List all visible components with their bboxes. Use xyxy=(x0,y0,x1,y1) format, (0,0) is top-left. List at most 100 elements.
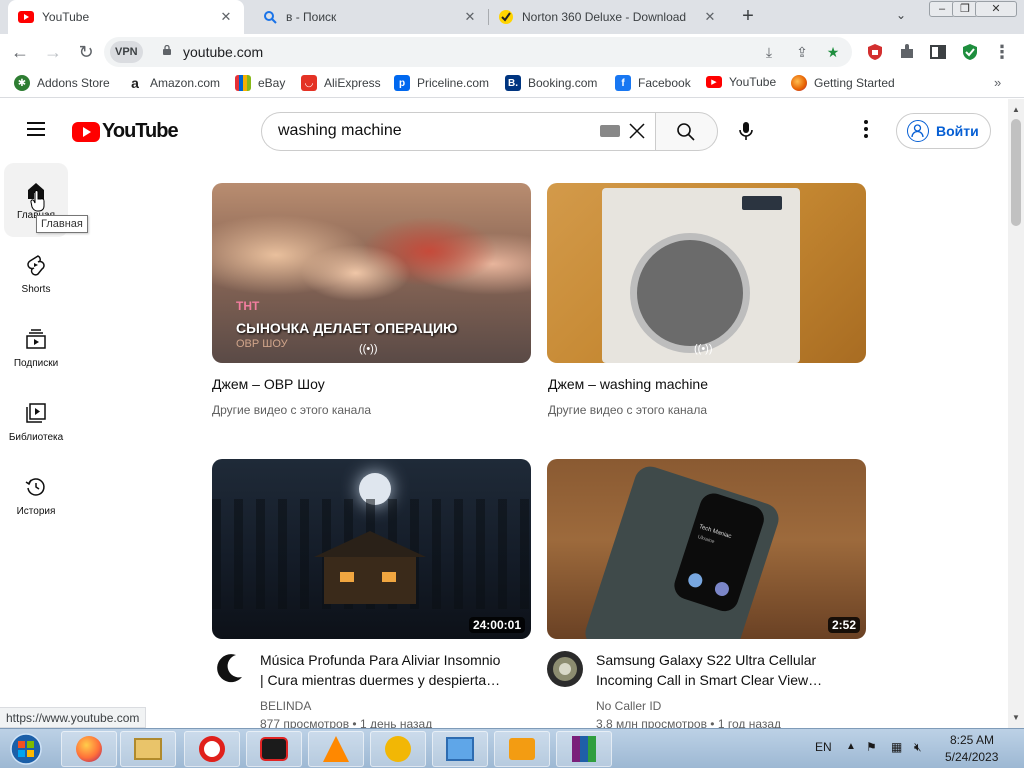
start-button[interactable] xyxy=(2,731,54,767)
channel-avatar[interactable] xyxy=(547,651,583,687)
status-bar-url: https://www.youtube.com xyxy=(0,707,147,728)
youtube-logo[interactable]: YouTube xyxy=(72,120,179,143)
video-meta: Другие видео с этого канала xyxy=(212,403,372,417)
page-scrollbar[interactable]: ▲ ▼ xyxy=(1008,99,1024,728)
video-title-line: | Cura mientras duermes y despierta… xyxy=(260,672,501,688)
scrollbar-thumb[interactable] xyxy=(1011,119,1021,226)
close-tab-icon[interactable]: ✕ xyxy=(702,9,718,25)
video-thumbnail[interactable]: Tech Maniac Ukraine 2:52 xyxy=(547,459,866,639)
bookmark-ebay[interactable]: eBay xyxy=(235,75,285,91)
control-panel-icon xyxy=(446,737,474,761)
bookmark-label: Getting Started xyxy=(814,76,895,90)
extensions-puzzle-icon[interactable] xyxy=(898,43,916,61)
video-title[interactable]: Джем – ОВР Шоу xyxy=(212,374,325,394)
bookmark-getting-started[interactable]: Getting Started xyxy=(791,75,895,91)
taskbar-video-player[interactable] xyxy=(494,731,550,767)
nav-item-subscriptions[interactable]: Подписки xyxy=(4,311,68,385)
vpn-badge[interactable]: VPN xyxy=(110,41,143,63)
thumbnail-caption: СЫНОЧКА ДЕЛАЕТ ОПЕРАЦИЮ xyxy=(236,320,458,336)
microphone-icon[interactable] xyxy=(734,119,758,143)
channel-avatar[interactable] xyxy=(212,651,248,687)
scroll-down-icon[interactable]: ▼ xyxy=(1012,713,1020,722)
winrar-icon xyxy=(572,736,596,762)
scroll-up-icon[interactable]: ▲ xyxy=(1012,105,1020,114)
nav-item-shorts[interactable]: Shorts xyxy=(4,237,68,311)
video-thumbnail[interactable]: 24:00:01 xyxy=(212,459,531,639)
install-app-icon[interactable]: ⤓ xyxy=(760,43,778,61)
taskbar-screen-recorder[interactable] xyxy=(246,731,302,767)
tab-norton[interactable]: Norton 360 Deluxe - Download ✕ xyxy=(488,0,728,34)
channel-name[interactable]: No Caller ID xyxy=(596,697,661,715)
reload-icon[interactable]: ↻ xyxy=(76,42,96,62)
security-shield-icon[interactable] xyxy=(961,43,979,61)
taskbar-firefox[interactable] xyxy=(61,731,117,767)
taskbar-winrar[interactable] xyxy=(556,731,612,767)
bookmark-addons-store[interactable]: ✱ Addons Store xyxy=(14,75,110,91)
tab-search-chevron-icon[interactable]: ⌄ xyxy=(896,8,906,22)
account-icon xyxy=(907,120,929,142)
forward-arrow-icon[interactable]: → xyxy=(43,42,63,62)
clock-date[interactable]: 5/24/2023 xyxy=(945,750,998,764)
search-input[interactable]: washing machine xyxy=(261,112,655,151)
taskbar-avast[interactable] xyxy=(370,731,426,767)
nav-item-history[interactable]: История xyxy=(4,459,68,533)
nav-item-library[interactable]: Библиотека xyxy=(4,385,68,459)
bookmark-facebook[interactable]: f Facebook xyxy=(615,75,691,91)
video-title[interactable]: Джем – washing machine xyxy=(548,374,708,394)
search-button[interactable] xyxy=(655,112,718,151)
taskbar-file-explorer[interactable] xyxy=(120,731,176,767)
windows-taskbar: EN ▲ ⚑ ▦ 🔇︎ 8:25 AM 5/24/2023 xyxy=(0,728,1024,768)
tray-expand-icon[interactable]: ▲ xyxy=(846,741,856,752)
address-bar[interactable]: VPN youtube.com ⤓ ⇪ ★ xyxy=(104,37,852,67)
lock-icon[interactable] xyxy=(162,45,172,55)
tab-search[interactable]: в - Поиск ✕ xyxy=(252,0,488,34)
share-icon[interactable]: ⇪ xyxy=(793,43,811,61)
bookmark-booking[interactable]: B. Booking.com xyxy=(505,75,597,91)
phone-case-image: Tech Maniac Ukraine xyxy=(581,462,783,639)
video-title[interactable]: Música Profunda Para Aliviar Insomnio | … xyxy=(260,650,500,690)
bookmark-priceline[interactable]: p Priceline.com xyxy=(394,75,489,91)
shorts-icon xyxy=(27,255,45,276)
bookmark-star-icon[interactable]: ★ xyxy=(824,43,842,61)
taskbar-vlc[interactable] xyxy=(308,731,364,767)
close-tab-icon[interactable]: ✕ xyxy=(462,9,478,25)
taskbar-opera[interactable] xyxy=(184,731,240,767)
ebay-icon xyxy=(235,75,251,91)
bookmarks-overflow-icon[interactable]: » xyxy=(994,75,1001,90)
bookmark-amazon[interactable]: a Amazon.com xyxy=(127,75,220,91)
signin-button[interactable]: Войти xyxy=(896,113,991,149)
tab-youtube[interactable]: YouTube ✕ xyxy=(8,0,244,34)
video-title-line: Samsung Galaxy S22 Ultra Cellular xyxy=(596,652,817,668)
video-title[interactable]: Samsung Galaxy S22 Ultra Cellular Incomi… xyxy=(596,650,822,690)
video-thumbnail[interactable]: ((•)) xyxy=(547,183,866,363)
close-tab-icon[interactable]: ✕ xyxy=(218,9,234,25)
keyboard-icon[interactable] xyxy=(600,125,620,137)
network-icon[interactable]: ▦ xyxy=(891,740,902,754)
video-duration: 24:00:01 xyxy=(468,617,525,633)
url-text[interactable]: youtube.com xyxy=(183,44,263,60)
hamburger-menu-icon[interactable] xyxy=(27,122,45,136)
new-tab-button[interactable]: + xyxy=(737,5,759,27)
bookmark-label: Facebook xyxy=(638,76,691,90)
taskbar-control-panel[interactable] xyxy=(432,731,488,767)
channel-name[interactable]: BELINDA xyxy=(260,697,311,715)
close-window-button[interactable]: ✕ xyxy=(975,1,1017,17)
action-center-flag-icon[interactable]: ⚑ xyxy=(866,740,877,754)
search-query[interactable]: washing machine xyxy=(278,122,402,140)
adblock-extension-icon[interactable] xyxy=(866,43,884,61)
bookmark-aliexpress[interactable]: ◡ AliExpress xyxy=(301,75,381,91)
volume-muted-icon[interactable]: 🔇︎ xyxy=(914,740,922,755)
avast-icon xyxy=(385,736,411,762)
clear-search-icon[interactable] xyxy=(626,120,648,142)
browser-menu-icon[interactable]: ⋮ xyxy=(992,42,1012,62)
side-panel-icon[interactable] xyxy=(929,43,947,61)
clock-time[interactable]: 8:25 AM xyxy=(950,733,994,747)
settings-more-icon[interactable] xyxy=(863,120,869,140)
language-indicator[interactable]: EN xyxy=(815,740,832,754)
video-duration: 2:52 xyxy=(827,617,860,633)
video-thumbnail[interactable]: ТНТ СЫНОЧКА ДЕЛАЕТ ОПЕРАЦИЮ ОВР ШОУ ((•)… xyxy=(212,183,531,363)
bookmark-label: YouTube xyxy=(729,75,777,89)
back-arrow-icon[interactable]: ← xyxy=(10,42,30,62)
browser-toolbar: ← → ↻ VPN youtube.com ⤓ ⇪ ★ ⋮ xyxy=(0,34,1024,70)
bookmark-youtube[interactable]: ▶ YouTube xyxy=(706,75,776,89)
